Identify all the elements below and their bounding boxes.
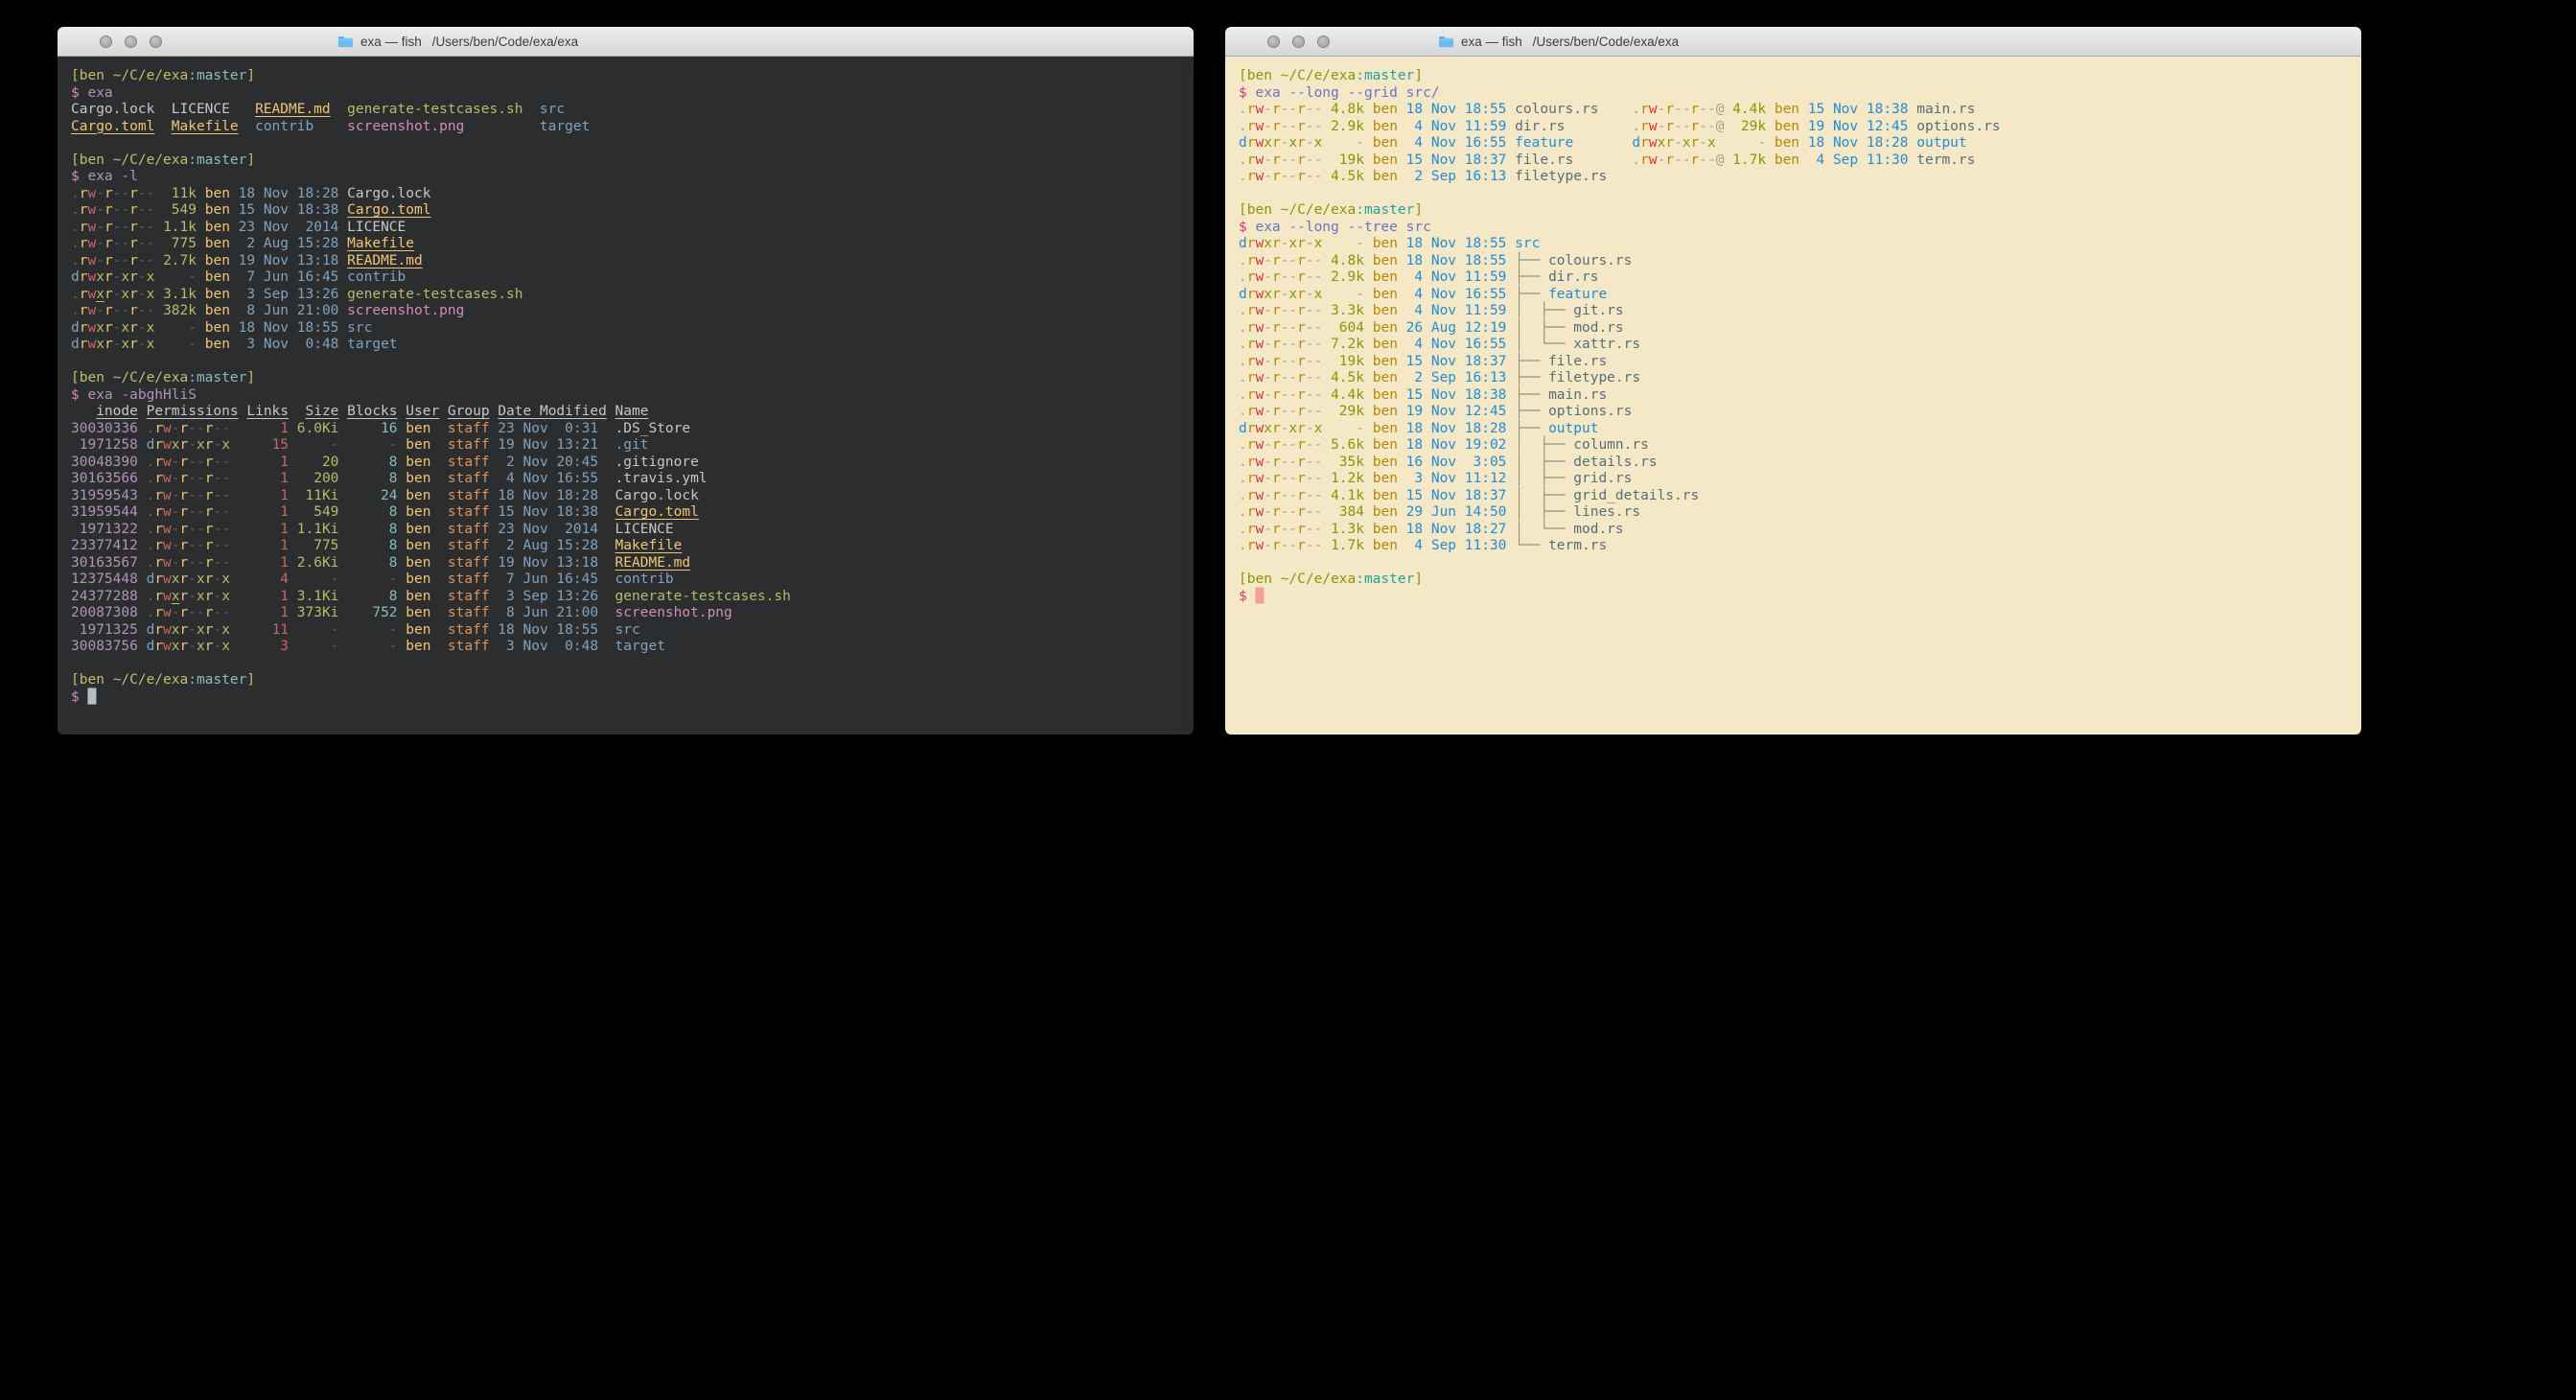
- terminal-line: .rw-r--r-- 11k ben 18 Nov 18:28 Cargo.lo…: [71, 186, 1194, 203]
- terminal-line: .rw-r--r-- 4.5k ben 2 Sep 16:13 filetype…: [1239, 169, 2361, 186]
- terminal-line: .rw-r--r-- 3.3k ben 4 Nov 11:59 │ ├── gi…: [1239, 303, 2361, 320]
- terminal-line: 1971258 drwxr-xr-x 15 - - ben staff 19 N…: [71, 437, 1194, 455]
- terminal-line: .rw-r--r-- 19k ben 15 Nov 18:37 ├── file…: [1239, 354, 2361, 371]
- terminal-line: [1239, 186, 2361, 203]
- terminal-line: drwxr-xr-x - ben 18 Nov 18:55 src: [1239, 236, 2361, 253]
- terminal-line: drwxr-xr-x - ben 3 Nov 0:48 target: [71, 337, 1194, 354]
- terminal-cursor: █: [1255, 589, 1264, 604]
- window-titlebar[interactable]: exa — fish /Users/ben/Code/exa/exa: [58, 27, 1194, 57]
- terminal-line: [71, 135, 1194, 152]
- traffic-lights: [1267, 27, 1330, 56]
- terminal-line: $ exa -l: [71, 169, 1194, 186]
- terminal-line: drwxr-xr-x - ben 4 Nov 16:55 ├── feature: [1239, 287, 2361, 304]
- terminal-line: .rw-r--r-- 549 ben 15 Nov 18:38 Cargo.to…: [71, 202, 1194, 220]
- terminal-line: .rw-r--r-- 2.9k ben 4 Nov 11:59 ├── dir.…: [1239, 269, 2361, 287]
- terminal-line: inode Permissions Links Size Blocks User…: [71, 404, 1194, 421]
- window-title-app: exa — fish: [360, 35, 422, 49]
- terminal-line: $ █: [1239, 589, 2361, 606]
- terminal-line: [ben ~/C/e/exa:master]: [71, 672, 1194, 689]
- window-title-path: /Users/ben/Code/exa/exa: [432, 35, 578, 49]
- terminal-line: [ben ~/C/e/exa:master]: [1239, 202, 2361, 220]
- terminal-line: $ █: [71, 689, 1194, 707]
- terminal-line: drwxr-xr-x - ben 18 Nov 18:28 ├── output: [1239, 421, 2361, 438]
- terminal-line: [ben ~/C/e/exa:master]: [1239, 68, 2361, 85]
- terminal-line: .rw-r--r-- 4.1k ben 15 Nov 18:37 │ ├── g…: [1239, 488, 2361, 505]
- terminal-line: [ben ~/C/e/exa:master]: [71, 370, 1194, 387]
- terminal-line: [71, 354, 1194, 371]
- terminal-line: .rw-r--r-- 7.2k ben 4 Nov 16:55 │ └── xa…: [1239, 337, 2361, 354]
- terminal-line: 30083756 drwxr-xr-x 3 - - ben staff 3 No…: [71, 639, 1194, 656]
- window-title-app: exa — fish: [1461, 35, 1522, 49]
- terminal-line: 30030336 .rw-r--r-- 1 6.0Ki 16 ben staff…: [71, 421, 1194, 438]
- terminal-line: drwxr-xr-x - ben 4 Nov 16:55 feature drw…: [1239, 135, 2361, 152]
- minimize-button[interactable]: [125, 35, 137, 48]
- terminal-line: .rw-r--r-- 775 ben 2 Aug 15:28 Makefile: [71, 236, 1194, 253]
- terminal-line: 31959544 .rw-r--r-- 1 549 8 ben staff 15…: [71, 504, 1194, 522]
- terminal-line: .rw-r--r-- 2.7k ben 19 Nov 13:18 README.…: [71, 253, 1194, 270]
- terminal-line: drwxr-xr-x - ben 7 Jun 16:45 contrib: [71, 269, 1194, 287]
- terminal-line: .rw-r--r-- 382k ben 8 Jun 21:00 screensh…: [71, 303, 1194, 320]
- terminal-line: [ben ~/C/e/exa:master]: [71, 152, 1194, 170]
- window-title: exa — fish /Users/ben/Code/exa/exa: [337, 27, 578, 56]
- terminal-line: drwxr-xr-x - ben 18 Nov 18:55 src: [71, 320, 1194, 338]
- window-title-path: /Users/ben/Code/exa/exa: [1533, 35, 1679, 49]
- terminal-line: 31959543 .rw-r--r-- 1 11Ki 24 ben staff …: [71, 488, 1194, 505]
- terminal-line: $ exa --long --tree src: [1239, 220, 2361, 237]
- terminal-line: .rw-r--r-- 4.4k ben 15 Nov 18:38 ├── mai…: [1239, 387, 2361, 405]
- traffic-lights: [100, 27, 162, 56]
- terminal-line: $ exa -abghHliS: [71, 387, 1194, 405]
- terminal-line: .rw-r--r-- 1.3k ben 18 Nov 18:27 │ └── m…: [1239, 522, 2361, 539]
- folder-icon[interactable]: [1438, 35, 1454, 48]
- terminal-line: .rw-r--r-- 19k ben 15 Nov 18:37 file.rs …: [1239, 152, 2361, 170]
- terminal-line: .rw-r--r-- 4.8k ben 18 Nov 18:55 ├── col…: [1239, 253, 2361, 270]
- window-titlebar[interactable]: exa — fish /Users/ben/Code/exa/exa: [1225, 27, 2361, 57]
- window-title: exa — fish /Users/ben/Code/exa/exa: [1438, 27, 1679, 56]
- terminal-window-dark: exa — fish /Users/ben/Code/exa/exa [ben …: [58, 27, 1194, 735]
- terminal-line: 24377288 .rwxr-xr-x 1 3.1Ki 8 ben staff …: [71, 589, 1194, 606]
- close-button[interactable]: [1267, 35, 1280, 48]
- zoom-button[interactable]: [150, 35, 162, 48]
- terminal-line: .rw-r--r-- 29k ben 19 Nov 12:45 ├── opti…: [1239, 404, 2361, 421]
- terminal-window-light: exa — fish /Users/ben/Code/exa/exa [ben …: [1225, 27, 2361, 735]
- terminal-line: .rw-r--r-- 5.6k ben 18 Nov 19:02 │ ├── c…: [1239, 437, 2361, 455]
- terminal-line: .rw-r--r-- 604 ben 26 Aug 12:19 │ ├── mo…: [1239, 320, 2361, 338]
- terminal-line: .rw-r--r-- 1.1k ben 23 Nov 2014 LICENCE: [71, 220, 1194, 237]
- terminal-line: Cargo.toml Makefile contrib screenshot.p…: [71, 119, 1194, 136]
- terminal-line: .rw-r--r-- 2.9k ben 4 Nov 11:59 dir.rs .…: [1239, 119, 2361, 136]
- minimize-button[interactable]: [1292, 35, 1305, 48]
- terminal-screen[interactable]: [ben ~/C/e/exa:master]$ exa --long --gri…: [1225, 57, 2361, 735]
- terminal-line: 30163567 .rw-r--r-- 1 2.6Ki 8 ben staff …: [71, 555, 1194, 572]
- terminal-line: [ben ~/C/e/exa:master]: [1239, 572, 2361, 589]
- terminal-line: .rw-r--r-- 384 ben 29 Jun 14:50 │ ├── li…: [1239, 504, 2361, 522]
- terminal-line: 30163566 .rw-r--r-- 1 200 8 ben staff 4 …: [71, 471, 1194, 488]
- terminal-line: 30048390 .rw-r--r-- 1 20 8 ben staff 2 N…: [71, 455, 1194, 472]
- terminal-line: 20087308 .rw-r--r-- 1 373Ki 752 ben staf…: [71, 605, 1194, 622]
- terminal-line: 1971325 drwxr-xr-x 11 - - ben staff 18 N…: [71, 622, 1194, 640]
- terminal-line: $ exa --long --grid src/: [1239, 85, 2361, 103]
- close-button[interactable]: [100, 35, 112, 48]
- zoom-button[interactable]: [1317, 35, 1330, 48]
- terminal-line: .rwxr-xr-x 3.1k ben 3 Sep 13:26 generate…: [71, 287, 1194, 304]
- terminal-line: [71, 656, 1194, 673]
- folder-icon[interactable]: [337, 35, 354, 48]
- terminal-line: .rw-r--r-- 1.7k ben 4 Sep 11:30 └── term…: [1239, 538, 2361, 555]
- terminal-line: $ exa: [71, 85, 1194, 103]
- terminal-line: .rw-r--r-- 4.8k ben 18 Nov 18:55 colours…: [1239, 102, 2361, 119]
- terminal-line: 1971322 .rw-r--r-- 1 1.1Ki 8 ben staff 2…: [71, 522, 1194, 539]
- terminal-line: 23377412 .rw-r--r-- 1 775 8 ben staff 2 …: [71, 538, 1194, 555]
- terminal-screen[interactable]: [ben ~/C/e/exa:master]$ exaCargo.lock LI…: [58, 57, 1194, 735]
- terminal-line: .rw-r--r-- 1.2k ben 3 Nov 11:12 │ ├── gr…: [1239, 471, 2361, 488]
- terminal-line: [1239, 555, 2361, 572]
- terminal-line: Cargo.lock LICENCE README.md generate-te…: [71, 102, 1194, 119]
- terminal-line: .rw-r--r-- 35k ben 16 Nov 3:05 │ ├── det…: [1239, 455, 2361, 472]
- terminal-line: [ben ~/C/e/exa:master]: [71, 68, 1194, 85]
- terminal-cursor: █: [87, 689, 96, 705]
- terminal-line: 12375448 drwxr-xr-x 4 - - ben staff 7 Ju…: [71, 572, 1194, 589]
- terminal-line: .rw-r--r-- 4.5k ben 2 Sep 16:13 ├── file…: [1239, 370, 2361, 387]
